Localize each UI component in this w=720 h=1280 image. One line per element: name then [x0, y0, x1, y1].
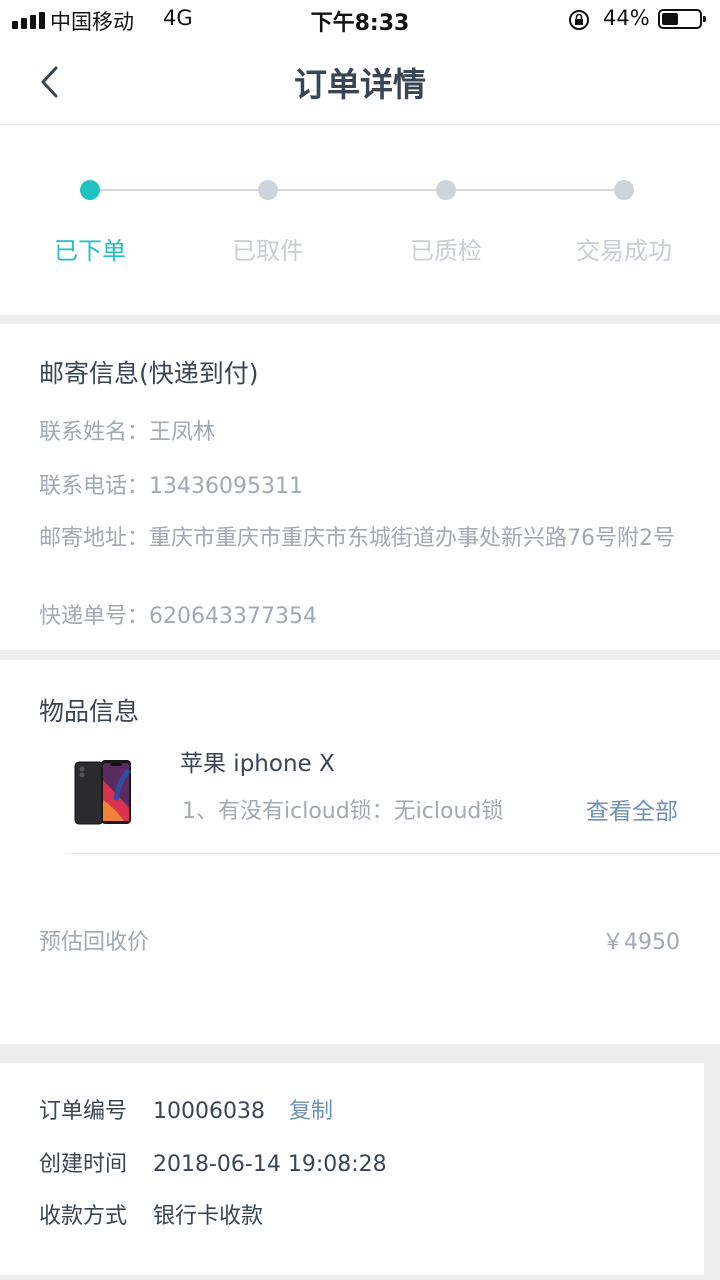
battery-icon [658, 9, 706, 29]
nav-bar: 订单详情 [0, 40, 720, 125]
progress-line [90, 189, 624, 191]
contact-name-label: 联系姓名： [39, 420, 150, 445]
progress-step-dot [80, 180, 100, 200]
progress-step-dot [258, 180, 278, 200]
order-detail-screen: 中国移动 4G 下午8:33 44% 订单详情 已下单 已取件 已质检 交易成功 [0, 0, 720, 1280]
created-time-row: 创建时间 2018-06-14 19:08:28 [39, 1146, 387, 1178]
goods-attribute: 1、有没有icloud锁：无icloud锁 [182, 799, 504, 824]
contact-phone-label: 联系电话： [39, 474, 150, 499]
contact-name-row: 联系姓名：王凤林 [39, 419, 689, 447]
battery-percent: 44% [603, 6, 650, 30]
order-info-section: 订单编号 10006038 复制 创建时间 2018-06-14 19:08:28 收… [0, 1063, 704, 1275]
mail-address-label: 邮寄地址： [39, 526, 150, 551]
goods-info-section: 物品信息 苹果 iphone X 1、有没有icloud锁：无icloud锁 查… [0, 660, 720, 1044]
status-bar: 中国移动 4G 下午8:33 44% [0, 0, 720, 40]
order-number-row: 订单编号 10006038 复制 [39, 1093, 333, 1125]
rotation-lock-icon [569, 10, 589, 30]
tracking-number-label: 快递单号： [39, 604, 150, 629]
copy-button[interactable]: 复制 [289, 1099, 333, 1124]
created-time-label: 创建时间 [39, 1152, 128, 1177]
order-number-label: 订单编号 [39, 1099, 128, 1124]
phone-image [74, 760, 131, 825]
divider [66, 853, 720, 854]
order-progress: 已下单 已取件 已质检 交易成功 [0, 125, 720, 315]
progress-step-label: 交易成功 [576, 237, 672, 265]
payment-method-row: 收款方式 银行卡收款 [39, 1198, 263, 1230]
mail-info-section: 邮寄信息(快递到付) 联系姓名：王凤林 联系电话：13436095311 邮寄地… [0, 324, 720, 650]
order-number-value: 10006038 [153, 1099, 265, 1124]
mail-address-value: 重庆市重庆市重庆市东城街道办事处新兴路76号附2号 [149, 526, 676, 551]
page-title: 订单详情 [294, 65, 426, 104]
goods-name: 苹果 iphone X [180, 751, 335, 777]
contact-name-value: 王凤林 [149, 420, 216, 445]
progress-step-label: 已下单 [54, 237, 126, 265]
payment-method-label: 收款方式 [39, 1204, 128, 1229]
tracking-number-value: 620643377354 [149, 604, 317, 629]
tracking-number-row: 快递单号：620643377354 [39, 603, 689, 631]
contact-phone-row: 联系电话：13436095311 [39, 473, 689, 501]
view-all-link[interactable]: 查看全部 [586, 792, 678, 826]
mail-address-row: 邮寄地址：重庆市重庆市重庆市东城街道办事处新兴路76号附2号 [39, 525, 689, 553]
estimate-price-value: ￥4950 [602, 930, 680, 955]
payment-method-value: 银行卡收款 [153, 1204, 264, 1229]
progress-step-label: 已取件 [232, 237, 304, 265]
goods-info-title: 物品信息 [39, 697, 140, 726]
progress-step-dot [436, 180, 456, 200]
progress-step-dot [614, 180, 634, 200]
estimate-price-label: 预估回收价 [39, 930, 150, 955]
contact-phone-value: 13436095311 [149, 474, 303, 499]
created-time-value: 2018-06-14 19:08:28 [153, 1152, 387, 1177]
mail-info-title: 邮寄信息(快递到付) [39, 359, 259, 388]
progress-step-label: 已质检 [410, 237, 482, 265]
